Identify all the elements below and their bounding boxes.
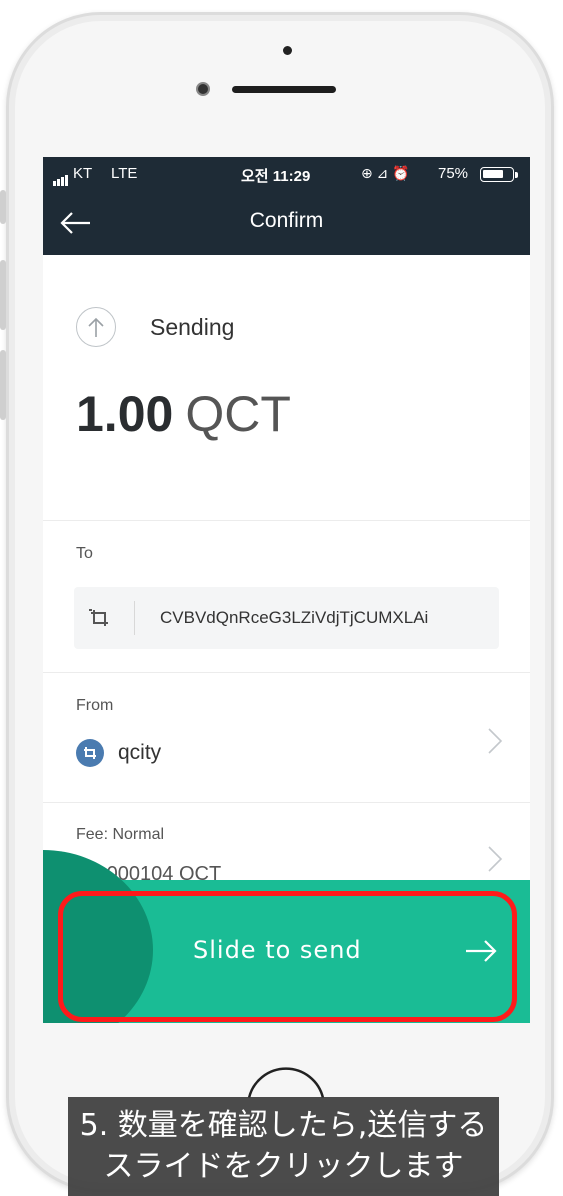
- chevron-right-icon[interactable]: [487, 727, 503, 755]
- status-indicators-icon: ⊕ ⊿ ⏰: [361, 165, 410, 181]
- battery-percent: 75%: [438, 165, 469, 182]
- caption-line-1: 5. 数量を確認したら,送信する: [79, 1108, 488, 1143]
- clock: 오전 11:29: [241, 168, 311, 185]
- front-camera: [196, 82, 210, 96]
- top-nav-bar: Confirm: [43, 192, 530, 255]
- earpiece-speaker: [232, 86, 336, 93]
- from-label: From: [76, 697, 114, 714]
- caption-line-2: スライドをクリックします: [103, 1149, 464, 1184]
- mute-switch: [0, 190, 6, 224]
- wallet-name: qcity: [118, 741, 162, 764]
- signal-icon: [53, 169, 69, 186]
- address-book-icon[interactable]: [88, 607, 110, 629]
- divider: [43, 672, 530, 673]
- chevron-right-icon[interactable]: [487, 845, 503, 873]
- volume-up-button: [0, 260, 6, 330]
- divider: [43, 520, 530, 521]
- to-label: To: [76, 545, 93, 562]
- recipient-address-field[interactable]: CVBVdQnRceG3LZiVdjTjCUMXLAi: [74, 587, 499, 649]
- carrier-name: KT: [73, 165, 93, 182]
- recipient-address: CVBVdQnRceG3LZiVdjTjCUMXLAi: [160, 608, 429, 627]
- battery-icon: [480, 167, 514, 182]
- slide-to-send-highlight[interactable]: [58, 891, 517, 1022]
- amount-display: 1.00 QCT: [76, 385, 291, 443]
- amount-unit: QCT: [185, 386, 291, 442]
- address-separator: [134, 601, 135, 635]
- volume-down-button: [0, 350, 6, 420]
- wallet-icon: [76, 739, 104, 767]
- battery-fill: [483, 170, 503, 178]
- network-type: LTE: [111, 165, 138, 182]
- direction-label: Sending: [150, 313, 235, 340]
- page-title: Confirm: [249, 209, 324, 232]
- divider: [43, 802, 530, 803]
- battery-tip: [515, 172, 518, 178]
- amount-value: 1.00: [76, 386, 174, 442]
- fee-label: Fee: Normal: [76, 826, 165, 843]
- direction-row: Sending: [76, 307, 234, 347]
- proximity-sensor: [283, 46, 292, 55]
- status-bar: KT LTE 오전 11:29 ⊕ ⊿ ⏰ 75%: [43, 157, 530, 192]
- arrow-up-icon: [76, 307, 116, 347]
- from-wallet-row[interactable]: qcity: [76, 739, 161, 767]
- instruction-caption: 5. 数量を確認したら,送信する スライドをクリックします: [68, 1097, 499, 1196]
